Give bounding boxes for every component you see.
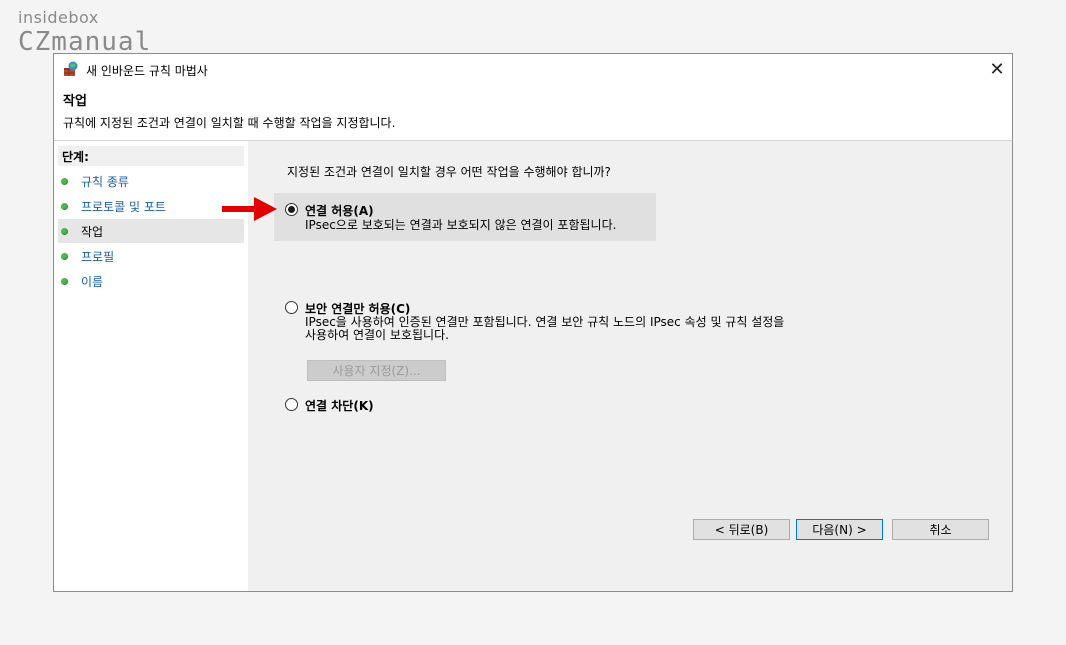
step-status-icon	[61, 252, 68, 260]
sidebar-item-label: 규칙 종류	[81, 174, 129, 189]
watermark-bottom: CZmanual	[18, 27, 152, 57]
sidebar-item-label: 프로필	[81, 249, 115, 264]
allow-secure-radio[interactable]	[285, 301, 298, 314]
sidebar-item-label: 이름	[81, 274, 104, 289]
block-connection-label[interactable]: 연결 차단(K)	[305, 397, 374, 414]
red-arrow-icon	[222, 197, 277, 221]
allow-connection-radio[interactable]	[285, 203, 298, 216]
sidebar-item-action[interactable]: 작업	[58, 219, 244, 243]
steps-label: 단계:	[58, 146, 244, 166]
cancel-button[interactable]: 취소	[892, 519, 989, 540]
customize-button[interactable]: 사용자 지정(Z)...	[307, 360, 446, 381]
close-button[interactable]: ✕	[982, 54, 1012, 84]
title-bar: 새 인바운드 규칙 마법사 ✕	[54, 54, 1012, 84]
action-question: 지정된 조건과 연결이 일치할 경우 어떤 작업을 수행해야 합니까?	[287, 165, 611, 179]
steps-sidebar: 단계: 규칙 종류 프로토콜 및 포트 작업 프로필 이름	[54, 141, 246, 591]
sidebar-item-name[interactable]: 이름	[58, 269, 244, 293]
step-status-icon	[61, 277, 68, 285]
allow-connection-desc: IPsec으로 보호되는 연결과 보호되지 않은 연결이 포함됩니다.	[305, 218, 617, 232]
page-title: 작업	[63, 94, 87, 109]
sidebar-item-protocol-port[interactable]: 프로토콜 및 포트	[58, 194, 244, 218]
content-panel: 지정된 조건과 연결이 일치할 경우 어떤 작업을 수행해야 합니까? 연결 허…	[248, 141, 1012, 591]
sidebar-item-label: 작업	[81, 224, 104, 239]
page-description: 규칙에 지정된 조건과 연결이 일치할 때 수행할 작업을 지정합니다.	[63, 116, 396, 130]
sidebar-item-profile[interactable]: 프로필	[58, 244, 244, 268]
step-status-icon	[61, 202, 68, 210]
step-status-icon	[61, 177, 68, 185]
allow-connection-label[interactable]: 연결 허용(A)	[305, 202, 374, 219]
firewall-icon	[64, 61, 78, 76]
wizard-window: 새 인바운드 규칙 마법사 ✕ 작업 규칙에 지정된 조건과 연결이 일치할 때…	[53, 53, 1013, 592]
step-status-icon	[61, 227, 68, 235]
next-button[interactable]: 다음(N) >	[796, 519, 883, 540]
back-button[interactable]: < 뒤로(B)	[693, 519, 790, 540]
sidebar-item-label: 프로토콜 및 포트	[81, 199, 166, 214]
block-connection-radio[interactable]	[285, 398, 298, 411]
wizard-header: 작업 규칙에 지정된 조건과 연결이 일치할 때 수행할 작업을 지정합니다.	[54, 84, 1012, 140]
allow-secure-desc-line2: 사용하여 연결이 보호됩니다.	[305, 328, 449, 342]
sidebar-item-rule-type[interactable]: 규칙 종류	[58, 169, 244, 193]
window-title: 새 인바운드 규칙 마법사	[86, 64, 208, 78]
close-icon: ✕	[989, 58, 1005, 80]
watermark: insidebox CZmanual	[18, 8, 151, 56]
watermark-top: insidebox	[18, 8, 99, 27]
